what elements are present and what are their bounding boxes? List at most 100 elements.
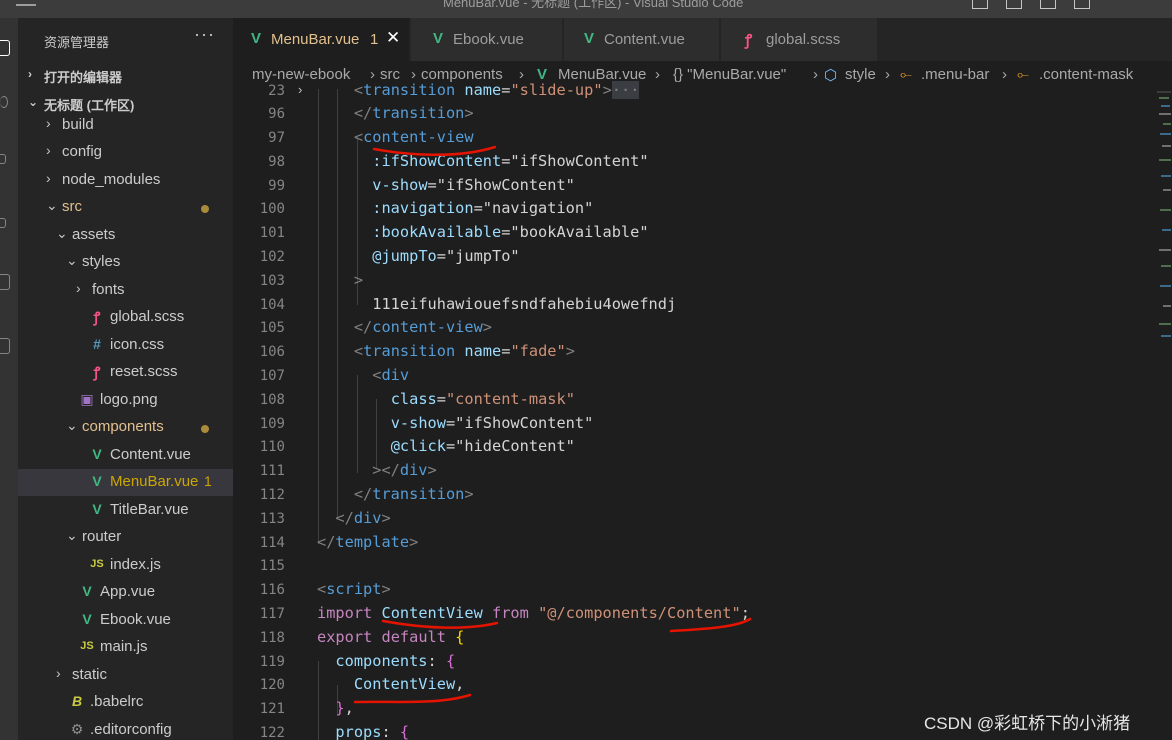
tree-item-src[interactable]: ⌄ src — [18, 194, 233, 221]
breadcrumb-item[interactable]: style — [845, 66, 876, 83]
vue-file-icon: V — [92, 501, 102, 517]
tree-item-fonts[interactable]: › fonts — [18, 277, 233, 304]
tree-item-config[interactable]: › config — [18, 139, 233, 166]
modified-dot-icon — [201, 425, 209, 433]
line-number: 119 — [259, 654, 285, 670]
line-number: 114 — [259, 535, 285, 551]
chevron-right-icon: › — [46, 115, 51, 131]
gear-file-icon: ⚙ — [70, 721, 84, 737]
breadcrumb-item[interactable]: {} "MenuBar.vue" — [673, 66, 786, 83]
layout-controls — [972, 0, 1090, 9]
line-number: 116 — [259, 582, 285, 598]
tab-label: MenuBar.vue — [271, 31, 360, 48]
close-icon[interactable]: ✕ — [386, 28, 400, 48]
tree-item-icon-css[interactable]: # icon.css — [18, 332, 233, 359]
line-number: 102 — [259, 249, 285, 265]
toggle-sidebar-icon[interactable] — [972, 0, 988, 9]
source-control-icon[interactable] — [0, 154, 6, 164]
tree-item-label: assets — [72, 226, 116, 243]
search-icon[interactable] — [0, 96, 8, 108]
tree-item-label: icon.css — [110, 336, 165, 353]
tree-item-ebook-vue[interactable]: V Ebook.vue — [18, 607, 233, 634]
tree-item-build[interactable]: › build — [18, 112, 233, 139]
tree-item-titlebar-vue[interactable]: V TitleBar.vue — [18, 497, 233, 524]
fold-chevron-icon[interactable]: › — [298, 82, 302, 97]
tree-item-label: main.js — [100, 638, 148, 655]
tree-item-router[interactable]: ⌄ router — [18, 524, 233, 551]
tab-ebook-vue[interactable]: V Ebook.vue — [411, 18, 563, 61]
tree-item-menubar-vue[interactable]: V MenuBar.vue 1 — [18, 469, 233, 496]
chevron-down-icon: ⌄ — [66, 527, 78, 543]
line-number: 122 — [259, 725, 285, 740]
tree-item-label: .babelrc — [90, 693, 144, 710]
tree-item-content-vue[interactable]: V Content.vue — [18, 442, 233, 469]
vue-file-icon: V — [251, 30, 262, 47]
explorer-icon[interactable] — [0, 40, 10, 56]
line-number: 120 — [259, 677, 285, 693]
menu-icon[interactable] — [16, 0, 36, 6]
line-number: 104 — [259, 297, 285, 313]
line-number: 103 — [259, 273, 285, 289]
breadcrumb-separator: › — [813, 66, 818, 83]
open-editors-section[interactable]: › 打开的编辑器 — [18, 62, 233, 88]
png-file-icon: ▣ — [80, 391, 94, 407]
minimap[interactable] — [1157, 89, 1172, 740]
code-editor[interactable]: <transition name="slide-up">··· </transi… — [317, 81, 1157, 740]
line-number: 23 — [268, 83, 285, 99]
tree-item-node-modules[interactable]: › node_modules — [18, 167, 233, 194]
tree-item-global-scss[interactable]: ꝭ global.scss — [18, 304, 233, 331]
tree-item-app-vue[interactable]: V App.vue — [18, 579, 233, 606]
breadcrumb-separator: › — [885, 66, 890, 83]
tree-item-label: TitleBar.vue — [110, 501, 189, 518]
tree-item-babelrc[interactable]: B .babelrc — [18, 689, 233, 716]
tree-item-reset-scss[interactable]: ꝭ reset.scss — [18, 359, 233, 386]
tree-item-label: src — [62, 198, 82, 215]
line-number-gutter: 23 96 97 98 99 100 101 102 103 104 105 106 107 108 109… — [233, 83, 293, 740]
tree-item-index-js[interactable]: JS index.js — [18, 552, 233, 579]
vue-file-icon: V — [433, 30, 444, 47]
tab-global-scss[interactable]: ꝭ global.scss — [721, 18, 878, 61]
line-number: 110 — [259, 439, 285, 455]
tree-item-main-js[interactable]: JS main.js — [18, 634, 233, 661]
breadcrumb-separator: › — [655, 66, 660, 83]
tab-menubar-vue[interactable]: V MenuBar.vue 1 ✕ — [233, 18, 410, 61]
toggle-panel-icon[interactable] — [1006, 0, 1022, 9]
chevron-down-icon: ⌄ — [56, 225, 68, 241]
title-bar: MenuBar.vue - 无标题 (工作区) - Visual Studio … — [0, 0, 1172, 18]
customize-layout-icon[interactable] — [1074, 0, 1090, 9]
line-number: 121 — [259, 701, 285, 717]
tree-item-label: build — [62, 116, 94, 133]
run-debug-icon[interactable] — [0, 218, 6, 228]
toggle-secondary-sidebar-icon[interactable] — [1040, 0, 1056, 9]
remote-explorer-icon[interactable] — [0, 338, 10, 354]
extensions-icon[interactable] — [0, 274, 10, 290]
tree-item-editorconfig[interactable]: ⚙ .editorconfig — [18, 717, 233, 740]
js-file-icon: JS — [80, 640, 94, 652]
more-actions-icon[interactable]: ··· — [194, 24, 215, 45]
red-annotation-marks — [353, 145, 752, 704]
chevron-right-icon: › — [46, 170, 51, 186]
line-number: 99 — [268, 178, 285, 194]
line-number: 111 — [259, 463, 285, 479]
scss-file-icon: ꝭ — [745, 32, 753, 49]
line-number: 98 — [268, 154, 285, 170]
line-number: 117 — [259, 606, 285, 622]
chevron-down-icon: ⌄ — [28, 95, 39, 109]
tree-item-styles[interactable]: ⌄ styles — [18, 249, 233, 276]
tree-item-label: fonts — [92, 281, 125, 298]
tab-problem-count: 1 — [370, 31, 379, 48]
tree-item-assets[interactable]: ⌄ assets — [18, 222, 233, 249]
watermark: CSDN @彩虹桥下的小淅猪 — [924, 714, 1131, 733]
breadcrumb-item[interactable]: .menu-bar — [921, 66, 989, 83]
tree-item-components[interactable]: ⌄ components — [18, 414, 233, 441]
tree-item-label: Ebook.vue — [100, 611, 171, 628]
tab-content-vue[interactable]: V Content.vue — [564, 18, 720, 61]
line-number: 113 — [259, 511, 285, 527]
window-title: MenuBar.vue - 无标题 (工作区) - Visual Studio … — [443, 0, 744, 10]
breadcrumb-separator: › — [1002, 66, 1007, 83]
breadcrumb-item[interactable]: .content-mask — [1039, 66, 1133, 83]
tree-item-logo-png[interactable]: ▣ logo.png — [18, 387, 233, 414]
tree-item-label: .editorconfig — [90, 721, 172, 738]
cube-icon: ⬡ — [824, 67, 838, 84]
tree-item-static[interactable]: › static — [18, 662, 233, 689]
